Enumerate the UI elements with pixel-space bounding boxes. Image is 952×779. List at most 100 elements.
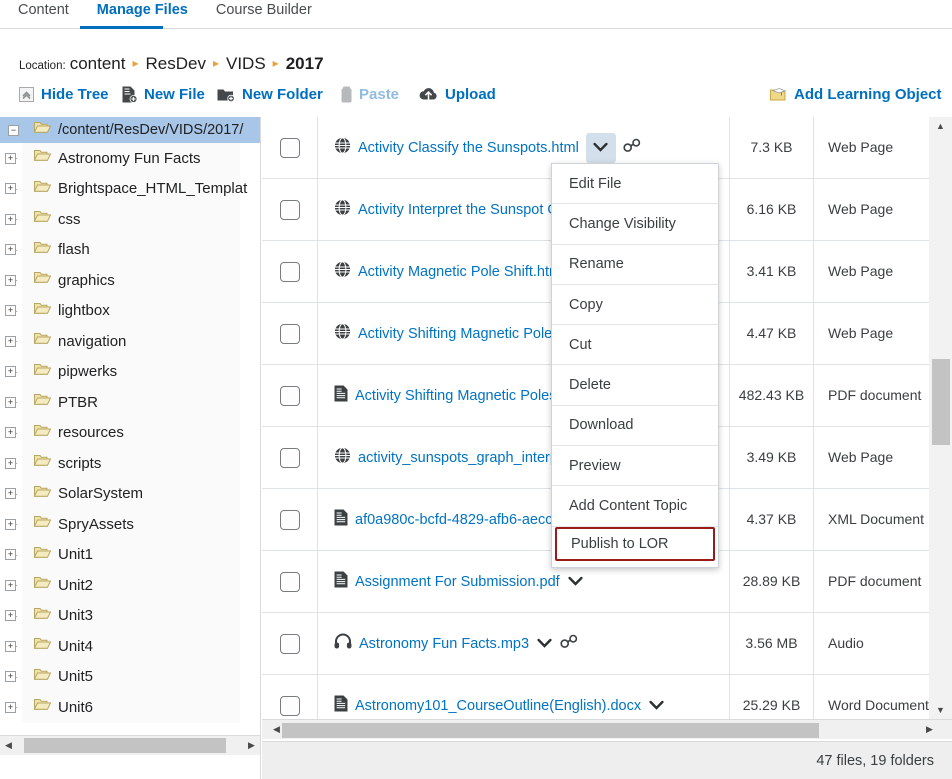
- tree-expander-icon[interactable]: −: [8, 124, 19, 136]
- tree-expander-icon[interactable]: +: [5, 396, 16, 408]
- tree-expander-icon[interactable]: +: [5, 244, 16, 256]
- tab-course-builder[interactable]: Course Builder: [202, 0, 326, 27]
- tree-node-unit1[interactable]: + Unit1: [5, 539, 240, 570]
- file-name-link[interactable]: Assignment For Submission.pdf: [355, 574, 560, 590]
- scroll-right-arrow-icon[interactable]: ▶: [243, 736, 260, 755]
- tree-expander-icon[interactable]: +: [5, 701, 16, 713]
- file-name-link[interactable]: Activity Shifting Magnetic Poles.pdf: [355, 388, 581, 404]
- tree-node-label: Brightspace_HTML_Templat: [58, 180, 248, 198]
- context-menu-item-cut[interactable]: Cut: [552, 325, 718, 366]
- tree-node-css[interactable]: + css: [5, 204, 240, 235]
- context-menu-item-delete[interactable]: Delete: [552, 365, 718, 406]
- link-icon[interactable]: [623, 138, 641, 158]
- context-menu-item-rename[interactable]: Rename: [552, 245, 718, 285]
- row-checkbox[interactable]: [279, 447, 300, 468]
- scroll-left-arrow-icon[interactable]: ◀: [0, 736, 17, 755]
- tree-expander-icon[interactable]: +: [5, 518, 16, 530]
- row-checkbox[interactable]: [279, 509, 300, 530]
- row-actions-chevron-down-icon[interactable]: [648, 697, 665, 714]
- context-menu-item-copy[interactable]: Copy: [552, 285, 718, 326]
- tree-node-resources[interactable]: + resources: [5, 417, 240, 448]
- tree-node-astronomy-fun-facts[interactable]: + Astronomy Fun Facts: [5, 143, 240, 174]
- tab-content[interactable]: Content: [4, 0, 83, 27]
- file-list-vertical-scrollbar[interactable]: ▲ ▼: [929, 117, 952, 719]
- breadcrumb-item-vids[interactable]: VIDS: [226, 54, 266, 74]
- row-actions-chevron-down-icon[interactable]: [585, 132, 616, 163]
- scroll-right-arrow-icon[interactable]: ▶: [921, 720, 938, 739]
- tree-node-unit4[interactable]: + Unit4: [5, 631, 240, 662]
- tree-node-lightbox[interactable]: + lightbox: [5, 295, 240, 326]
- link-icon[interactable]: [560, 634, 578, 654]
- row-checkbox[interactable]: [279, 385, 300, 406]
- tree-node-navigation[interactable]: + navigation: [5, 326, 240, 357]
- tree-expander-icon[interactable]: +: [5, 213, 16, 225]
- context-menu-item-change-visibility[interactable]: Change Visibility: [552, 204, 718, 245]
- tree-node-root[interactable]: − /content/ResDev/VIDS/2017/: [0, 117, 260, 143]
- row-checkbox[interactable]: [279, 571, 300, 592]
- tree-node-flash[interactable]: + flash: [5, 234, 240, 265]
- file-name-link[interactable]: Activity Classify the Sunspots.html: [358, 140, 579, 156]
- tree-expander-icon[interactable]: +: [5, 427, 16, 439]
- tree-node-scripts[interactable]: + scripts: [5, 448, 240, 479]
- tree-expander-icon[interactable]: +: [5, 488, 16, 500]
- tree-node-unit6[interactable]: + Unit6: [5, 692, 240, 723]
- add-learning-object-button[interactable]: Add Learning Object: [770, 86, 942, 103]
- row-checkbox[interactable]: [279, 323, 300, 344]
- row-checkbox[interactable]: [279, 695, 300, 716]
- tree-expander-icon[interactable]: +: [5, 457, 16, 469]
- row-checkbox[interactable]: [279, 633, 300, 654]
- file-vscroll-thumb[interactable]: [932, 359, 950, 445]
- tree-node-unit2[interactable]: + Unit2: [5, 570, 240, 601]
- row-checkbox[interactable]: [279, 261, 300, 282]
- paste-button[interactable]: Paste: [341, 86, 399, 103]
- tree-node-ptbr[interactable]: + PTBR: [5, 387, 240, 418]
- upload-button[interactable]: Upload: [419, 86, 496, 103]
- row-actions-chevron-down-icon[interactable]: [536, 635, 553, 652]
- file-list-horizontal-scrollbar[interactable]: ◀ ▶: [262, 719, 952, 739]
- tree-node-solarsystem[interactable]: + SolarSystem: [5, 478, 240, 509]
- hide-tree-button[interactable]: Hide Tree: [19, 86, 109, 103]
- scroll-down-arrow-icon[interactable]: ▼: [929, 701, 952, 719]
- row-actions-chevron-down-icon[interactable]: [567, 573, 584, 590]
- context-menu-item-add-content-topic[interactable]: Add Content Topic: [552, 486, 718, 527]
- file-hscroll-thumb[interactable]: [282, 723, 819, 738]
- tree-expander-icon[interactable]: +: [5, 335, 16, 347]
- row-checkbox[interactable]: [279, 137, 300, 158]
- tree-expander-icon[interactable]: +: [5, 610, 16, 622]
- tree-expander-icon[interactable]: +: [5, 152, 16, 164]
- file-name-link[interactable]: Activity Magnetic Pole Shift.html: [358, 264, 564, 280]
- breadcrumb-item-content[interactable]: content: [70, 54, 126, 74]
- file-count-status: 47 files, 19 folders: [816, 752, 934, 769]
- web-page-icon: [334, 322, 351, 345]
- tree-hscroll-thumb[interactable]: [24, 738, 226, 753]
- tree-expander-icon[interactable]: +: [5, 549, 16, 561]
- context-menu-item-edit-file[interactable]: Edit File: [552, 164, 718, 205]
- context-menu-item-preview[interactable]: Preview: [552, 446, 718, 487]
- tab-manage-files[interactable]: Manage Files: [83, 0, 202, 27]
- tree-expander-icon[interactable]: +: [5, 640, 16, 652]
- tree-expander-icon[interactable]: +: [5, 579, 16, 591]
- tree-node-unit3[interactable]: + Unit3: [5, 600, 240, 631]
- tree-node-spryassets[interactable]: + SpryAssets: [5, 509, 240, 540]
- tree-expander-icon[interactable]: +: [5, 305, 16, 317]
- context-menu-item-download[interactable]: Download: [552, 406, 718, 447]
- file-name-link[interactable]: Astronomy101_CourseOutline(English).docx: [355, 698, 641, 714]
- folder-tree-panel[interactable]: − /content/ResDev/VIDS/2017/ + Astronomy …: [0, 117, 261, 735]
- tree-node-pipwerks[interactable]: + pipwerks: [5, 356, 240, 387]
- new-folder-button[interactable]: New Folder: [217, 86, 323, 103]
- breadcrumb-item-resdev[interactable]: ResDev: [145, 54, 205, 74]
- file-actions-context-menu[interactable]: Edit File Change Visibility Rename Copy Cut D…: [551, 163, 719, 568]
- context-menu-item-publish-to-lor[interactable]: Publish to LOR: [555, 526, 715, 561]
- tree-expander-icon[interactable]: +: [5, 274, 16, 286]
- tree-expander-icon[interactable]: +: [5, 183, 16, 195]
- row-checkbox[interactable]: [279, 199, 300, 220]
- file-name-link[interactable]: Astronomy Fun Facts.mp3: [359, 636, 529, 652]
- tree-horizontal-scrollbar[interactable]: ◀ ▶: [0, 735, 261, 755]
- scroll-up-arrow-icon[interactable]: ▲: [929, 117, 952, 135]
- tree-node-graphics[interactable]: + graphics: [5, 265, 240, 296]
- tree-expander-icon[interactable]: +: [5, 671, 16, 683]
- tree-expander-icon[interactable]: +: [5, 366, 16, 378]
- tree-node-unit5[interactable]: + Unit5: [5, 661, 240, 692]
- new-file-button[interactable]: New File: [121, 86, 205, 103]
- tree-node-brightspace-html-templat[interactable]: + Brightspace_HTML_Templat: [5, 173, 247, 204]
